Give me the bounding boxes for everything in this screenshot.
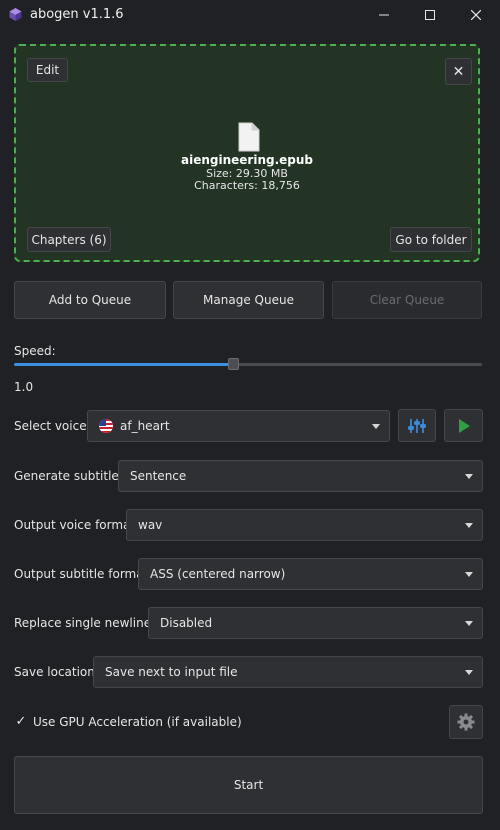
maximize-button[interactable] [407, 0, 453, 30]
sliders-icon [408, 418, 426, 433]
save-location-select[interactable]: Save next to input file [93, 656, 483, 688]
file-drop-zone[interactable]: Edit ✕ aiengineering.epub Size: 29.30 MB… [14, 44, 480, 262]
title-bar: abogen v1.1.6 [0, 0, 500, 30]
maximize-icon [425, 10, 435, 20]
speed-slider-track[interactable] [14, 363, 482, 366]
chevron-down-icon [465, 670, 473, 675]
speed-label: Speed: [14, 344, 56, 358]
gpu-label: Use GPU Acceleration (if available) [33, 715, 242, 729]
subtitles-label: Generate subtitles: [14, 469, 130, 483]
chevron-down-icon [465, 523, 473, 528]
chevron-down-icon [465, 572, 473, 577]
file-name: aiengineering.epub [181, 153, 313, 167]
chevron-down-icon [465, 621, 473, 626]
voice-format-label: Output voice format: [14, 518, 140, 532]
save-location-label: Save location: [14, 665, 99, 679]
voice-value: af_heart [120, 419, 170, 433]
speed-value: 1.0 [14, 380, 34, 394]
chevron-down-icon [372, 424, 380, 429]
close-file-icon: ✕ [452, 63, 465, 80]
play-icon [458, 418, 470, 433]
speed-slider-fill [14, 363, 234, 366]
subtitle-format-label: Output subtitle format: [14, 567, 153, 581]
newlines-value: Disabled [160, 616, 213, 630]
speed-slider-handle[interactable] [228, 358, 240, 370]
subtitle-format-value: ASS (centered narrow) [150, 567, 286, 581]
newlines-label: Replace single newlines: [14, 616, 162, 630]
preview-voice-button[interactable] [444, 409, 483, 442]
newlines-select[interactable]: Disabled [148, 607, 483, 639]
subtitles-select[interactable]: Sentence [118, 460, 483, 492]
minimize-button[interactable] [361, 0, 407, 30]
gpu-checkbox[interactable]: ✓ [14, 713, 28, 729]
add-to-queue-button[interactable]: Add to Queue [14, 281, 166, 319]
clear-queue-button[interactable]: Clear Queue [332, 281, 482, 319]
manage-queue-button[interactable]: Manage Queue [173, 281, 324, 319]
minimize-icon [379, 14, 389, 16]
close-icon [471, 10, 481, 20]
voice-select[interactable]: af_heart [87, 410, 390, 442]
app-logo-icon [9, 8, 22, 21]
save-location-value: Save next to input file [105, 665, 238, 679]
close-file-button[interactable]: ✕ [445, 58, 472, 85]
file-icon [238, 122, 260, 152]
start-button[interactable]: Start [14, 756, 483, 814]
voice-label: Select voice: [14, 419, 91, 433]
subtitles-value: Sentence [130, 469, 187, 483]
close-window-button[interactable] [453, 0, 499, 30]
edit-button[interactable]: Edit [27, 58, 68, 82]
checkmark-icon: ✓ [15, 713, 27, 729]
go-to-folder-button[interactable]: Go to folder [390, 227, 472, 252]
chevron-down-icon [465, 474, 473, 479]
voice-format-value: wav [138, 518, 163, 532]
us-flag-icon [99, 419, 113, 433]
gear-icon [457, 713, 475, 731]
file-characters: Characters: 18,756 [194, 179, 300, 192]
voice-format-select[interactable]: wav [126, 509, 483, 541]
settings-button[interactable] [449, 705, 483, 739]
chapters-button[interactable]: Chapters (6) [27, 227, 111, 252]
voice-mixer-button[interactable] [398, 409, 436, 442]
subtitle-format-select[interactable]: ASS (centered narrow) [138, 558, 483, 590]
window-title: abogen v1.1.6 [30, 7, 124, 22]
